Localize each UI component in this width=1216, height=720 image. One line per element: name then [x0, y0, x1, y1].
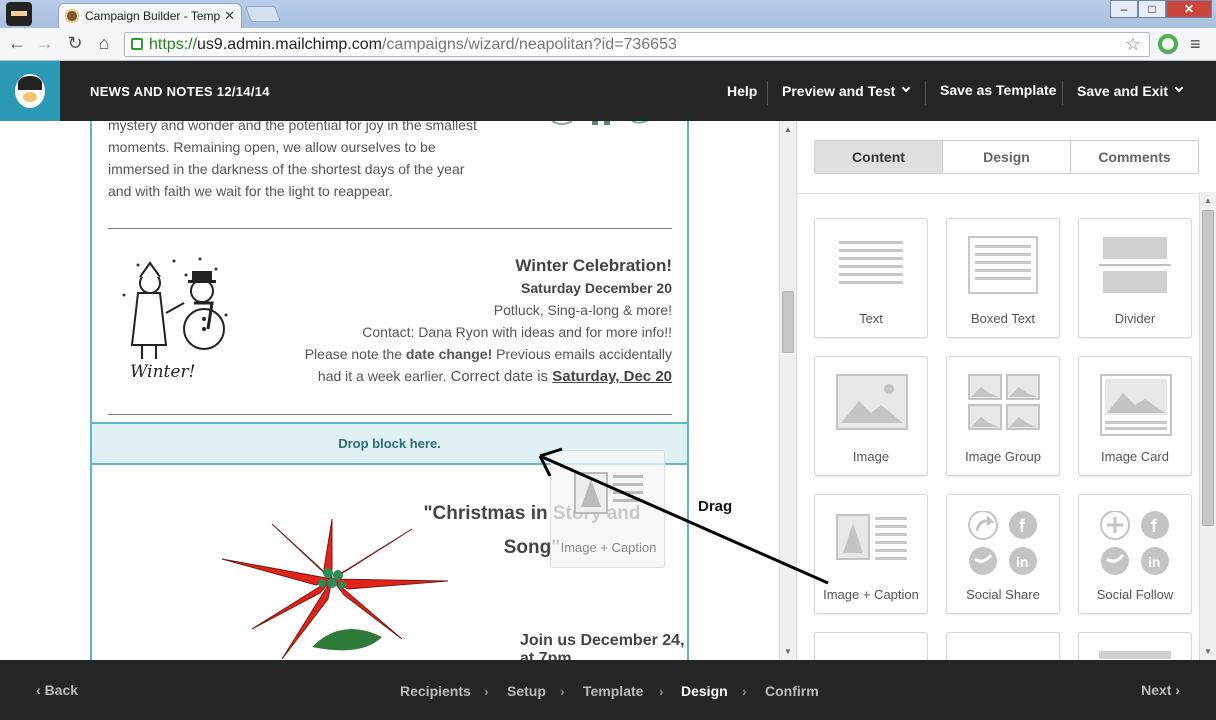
browser-menu-icon[interactable]: ≡ [1190, 34, 1201, 55]
back-button[interactable]: ‹ Back [36, 682, 78, 698]
image-caption-icon [836, 514, 907, 560]
image-caption-icon [574, 472, 643, 514]
panel-tabs: Content Design Comments [814, 140, 1199, 174]
winter-kids-snowman-image[interactable]: Winter! [116, 255, 236, 387]
intro-paragraph[interactable]: mystery and wonder and the potential for… [108, 121, 508, 202]
bookmark-star-icon[interactable]: ☆ [1125, 34, 1141, 55]
block-image[interactable]: Image [814, 356, 928, 476]
drag-annotation: Drag [698, 498, 733, 515]
join-text[interactable]: Join us December 24, at 7pm [520, 632, 687, 660]
forward-arrow-icon[interactable]: → [34, 33, 56, 54]
dragged-block-label: Image + Caption [560, 540, 657, 555]
step-template[interactable]: Template [583, 683, 643, 699]
boxed-text-icon [968, 236, 1038, 294]
divider-line [108, 414, 672, 415]
dragged-block-preview[interactable]: Image + Caption [550, 450, 665, 568]
poinsettia-image[interactable] [212, 519, 452, 660]
image-block-icon [836, 374, 908, 430]
panel-scroll-thumb[interactable] [1202, 210, 1214, 526]
text-block-icon [839, 241, 903, 284]
chevron-down-icon [902, 83, 911, 93]
tab-comments[interactable]: Comments [1071, 141, 1198, 173]
svg-text:in: in [1016, 554, 1028, 570]
social-follow-icon: f in [1100, 511, 1169, 575]
scroll-up-icon[interactable]: ▲ [784, 125, 792, 134]
scroll-down-icon[interactable]: ▼ [1204, 647, 1212, 656]
block-image-caption[interactable]: Image + Caption [814, 494, 928, 614]
block-image-group[interactable]: Image Group [946, 356, 1060, 476]
step-design[interactable]: Design [681, 683, 728, 699]
panel-scrollbar[interactable]: ▲ ▼ [1199, 192, 1216, 660]
holly-sprig-image [551, 121, 649, 125]
browser-toolbar: ← → ↻ ⌂ https://us9.admin.mailchimp.com/… [0, 28, 1216, 61]
canvas-scrollbar[interactable]: ▲ ▼ [779, 121, 796, 660]
scroll-down-icon[interactable]: ▼ [784, 647, 792, 656]
tab-close-icon[interactable]: ✕ [224, 8, 235, 24]
app-header: NEWS AND NOTES 12/14/14 Help Preview and… [0, 61, 1216, 121]
browser-tab[interactable]: Campaign Builder - Temp ✕ [58, 3, 242, 28]
mailchimp-favicon-icon [65, 9, 79, 23]
svg-text:f: f [1019, 516, 1026, 536]
email-canvas: mystery and wonder and the potential for… [0, 121, 779, 660]
user-avatar-icon[interactable] [6, 2, 32, 26]
tab-content[interactable]: Content [815, 141, 943, 173]
campaign-title: NEWS AND NOTES 12/14/14 [90, 84, 270, 99]
lock-icon [131, 38, 143, 50]
next-button[interactable]: Next › [1141, 682, 1180, 698]
address-bar[interactable]: https://us9.admin.mailchimp.com/campaign… [124, 32, 1150, 57]
winter-celebration-text[interactable]: Winter Celebration! Saturday December 20… [262, 255, 672, 388]
save-exit-button[interactable]: Save and Exit [1077, 61, 1184, 121]
tab-title: Campaign Builder - Temp [85, 9, 221, 23]
wizard-footer: ‹ Back Recipients › Setup › Template › D… [0, 660, 1216, 720]
image-group-icon [968, 374, 1040, 430]
blocks-panel: Content Design Comments Text Boxed Text … [796, 121, 1216, 720]
chevron-right-icon: › [742, 683, 747, 699]
chevron-down-icon [1174, 83, 1184, 93]
home-icon[interactable]: ⌂ [93, 33, 115, 54]
block-social-follow[interactable]: f in Social Follow [1078, 494, 1192, 614]
window-controls: – □ ✕ [1110, 0, 1212, 20]
block-boxed-text[interactable]: Boxed Text [946, 218, 1060, 338]
new-tab-button[interactable] [245, 6, 281, 22]
close-window-button[interactable]: ✕ [1166, 0, 1212, 18]
preview-test-button[interactable]: Preview and Test [782, 61, 911, 121]
divider-icon [1099, 237, 1171, 293]
social-share-icon: f in [968, 511, 1037, 575]
image-card-icon [1100, 374, 1172, 436]
step-confirm[interactable]: Confirm [765, 683, 819, 699]
minimize-button[interactable]: – [1110, 0, 1138, 18]
extension-icon[interactable] [1158, 34, 1178, 54]
maximize-button[interactable]: □ [1138, 0, 1166, 18]
block-social-share[interactable]: f in Social Share [946, 494, 1060, 614]
chevron-left-icon: ‹ [36, 682, 45, 698]
reload-icon[interactable]: ↻ [64, 33, 86, 54]
email-body: mystery and wonder and the potential for… [90, 121, 689, 660]
mailchimp-logo[interactable] [0, 61, 60, 121]
svg-text:Winter!: Winter! [130, 362, 195, 382]
tab-design[interactable]: Design [943, 141, 1071, 173]
chevron-right-icon: › [484, 683, 489, 699]
panel-divider [797, 193, 1216, 194]
event-title: Winter Celebration! [515, 256, 672, 275]
chevron-right-icon: › [659, 683, 664, 699]
step-recipients[interactable]: Recipients [400, 683, 471, 699]
help-link[interactable]: Help [727, 61, 757, 121]
scroll-up-icon[interactable]: ▲ [1204, 196, 1212, 205]
back-arrow-icon[interactable]: ← [6, 33, 28, 54]
svg-text:in: in [1148, 554, 1160, 570]
browser-tabstrip: Campaign Builder - Temp ✕ – □ ✕ [0, 0, 1216, 28]
block-text[interactable]: Text [814, 218, 928, 338]
step-setup[interactable]: Setup [507, 683, 546, 699]
freddie-icon [15, 74, 45, 108]
block-divider[interactable]: Divider [1078, 218, 1192, 338]
divider-line [108, 228, 672, 229]
block-image-card[interactable]: Image Card [1078, 356, 1192, 476]
event-date: Saturday December 20 [521, 280, 672, 296]
canvas-scroll-thumb[interactable] [782, 291, 794, 353]
url-text: https://us9.admin.mailchimp.com/campaign… [149, 36, 677, 53]
save-template-button[interactable]: Save as Template [940, 60, 1056, 120]
chevron-right-icon: › [560, 683, 565, 699]
chevron-right-icon: › [1171, 682, 1180, 698]
svg-text:f: f [1151, 516, 1158, 536]
